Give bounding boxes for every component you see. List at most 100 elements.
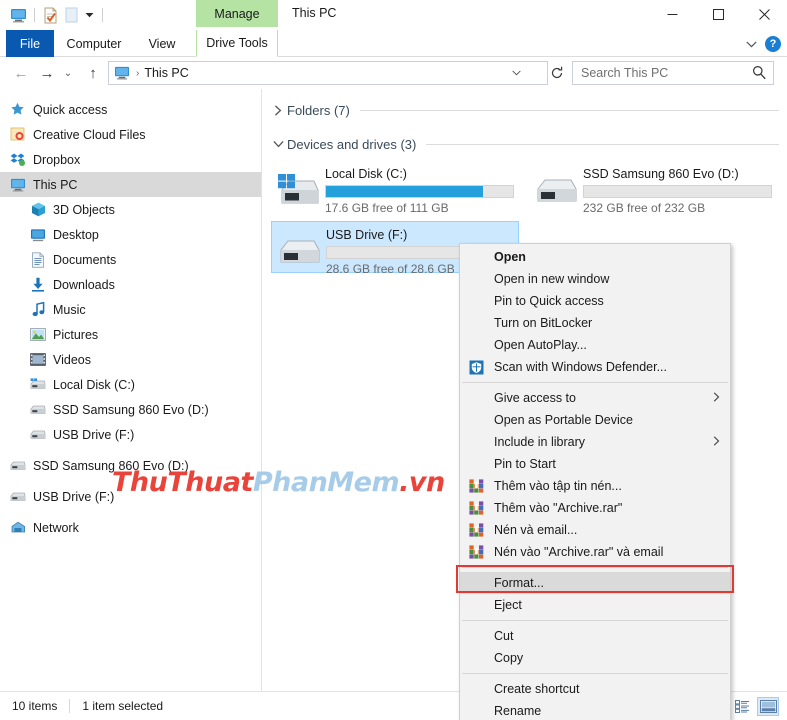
sidebar-item-usb-drive-f[interactable]: USB Drive (F:) — [0, 484, 261, 509]
drive-icon — [10, 458, 26, 474]
group-header-folders[interactable]: Folders (7) — [263, 97, 787, 123]
sidebar-item-ssd-samsung-860-evo-d[interactable]: SSD Samsung 860 Evo (D:) — [0, 397, 261, 422]
sidebar-item-dropbox[interactable]: Dropbox — [0, 147, 261, 172]
menu-item-label: Rename — [494, 704, 542, 718]
menu-item-copy[interactable]: Copy — [460, 647, 730, 669]
tab-file[interactable]: File — [6, 30, 54, 57]
sidebar-item-local-disk-c[interactable]: Local Disk (C:) — [0, 372, 261, 397]
sidebar-item-quick-access[interactable]: Quick access — [0, 97, 261, 122]
menu-item-th-m-v-o-archive-rar[interactable]: Thêm vào "Archive.rar" — [460, 497, 730, 519]
menu-item-cut[interactable]: Cut — [460, 625, 730, 647]
documents-icon — [30, 251, 46, 268]
drive-icon — [274, 229, 326, 275]
help-icon[interactable]: ? — [765, 35, 781, 52]
drive-tile[interactable]: SSD Samsung 860 Evo (D:) 232 GB free of 2… — [529, 161, 777, 215]
sidebar-item-label: Quick access — [33, 102, 108, 117]
path-breadcrumb-bar[interactable]: › This PC — [108, 61, 548, 85]
sidebar-item-documents[interactable]: Documents — [0, 247, 261, 272]
tab-view[interactable]: View — [138, 30, 186, 57]
sidebar-item-network[interactable]: Network — [0, 515, 261, 540]
maximize-button[interactable] — [695, 0, 741, 29]
menu-item-create-shortcut[interactable]: Create shortcut — [460, 678, 730, 700]
tab-drive-tools[interactable]: Drive Tools — [196, 30, 278, 57]
desktop-icon — [30, 227, 46, 243]
sidebar-item-music[interactable]: Music — [0, 297, 261, 322]
menu-item-label: Format... — [494, 576, 545, 590]
group-rule — [359, 109, 779, 111]
back-button[interactable]: ← — [10, 62, 32, 84]
drive-free-space: 232 GB free of 232 GB — [583, 201, 706, 215]
drive-meta: Local Disk (C:) 17.6 GB free of 111 GB — [325, 164, 517, 215]
defender-shield-icon — [468, 359, 484, 375]
search-icon[interactable] — [752, 65, 766, 83]
drive-tile[interactable]: Local Disk (C:) 17.6 GB free of 111 GB — [271, 161, 519, 215]
recent-locations-button[interactable]: ⌄ — [60, 62, 76, 84]
properties-icon[interactable] — [40, 5, 61, 26]
file-explorer-window: Manage This PC File Computer View Drive … — [0, 0, 787, 720]
menu-item-th-m-v-o-t-p-tin-n-n[interactable]: Thêm vào tập tin nén... — [460, 475, 730, 497]
menu-item-pin-to-quick-access[interactable]: Pin to Quick access — [460, 290, 730, 312]
sidebar-item-label: Music — [53, 302, 86, 317]
breadcrumb-separator: › — [136, 67, 140, 79]
sidebar-item-this-pc[interactable]: This PC — [0, 172, 261, 197]
menu-item-open-autoplay[interactable]: Open AutoPlay... — [460, 334, 730, 356]
menu-item-label: Nén vào "Archive.rar" và email — [494, 545, 664, 559]
sidebar-item-label: USB Drive (F:) — [33, 489, 115, 504]
menu-item-eject[interactable]: Eject — [460, 594, 730, 616]
menu-item-n-n-v-email[interactable]: Nén và email... — [460, 519, 730, 541]
menu-item-label: Copy — [494, 651, 524, 665]
sidebar-item-usb-drive-f[interactable]: USB Drive (F:) — [0, 422, 261, 447]
chevron-down-icon[interactable] — [269, 140, 287, 148]
sidebar-item-videos[interactable]: Videos — [0, 347, 261, 372]
menu-item-label: Pin to Quick access — [494, 294, 604, 308]
sidebar-item-ssd-samsung-860-evo-d[interactable]: SSD Samsung 860 Evo (D:) — [0, 453, 261, 478]
close-button[interactable] — [741, 0, 787, 29]
menu-item-give-access-to[interactable]: Give access to — [460, 387, 730, 409]
details-view-icon[interactable] — [731, 697, 753, 716]
menu-item-no-icon — [468, 628, 484, 644]
sidebar-item-3d-objects[interactable]: 3D Objects — [0, 197, 261, 222]
menu-item-open-as-portable-device[interactable]: Open as Portable Device — [460, 409, 730, 431]
menu-item-no-icon — [468, 703, 484, 719]
sidebar-item-desktop[interactable]: Desktop — [0, 222, 261, 247]
this-pc-icon[interactable] — [8, 5, 29, 26]
ribbon-collapse-icon[interactable] — [746, 35, 757, 53]
menu-item-format[interactable]: Format... — [460, 572, 730, 594]
sidebar-item-label: SSD Samsung 860 Evo (D:) — [53, 402, 209, 417]
sidebar-item-downloads[interactable]: Downloads — [0, 272, 261, 297]
sidebar-item-creative-cloud-files[interactable]: Creative Cloud Files — [0, 122, 261, 147]
minimize-button[interactable] — [649, 0, 695, 29]
winrar-icon — [468, 544, 484, 560]
refresh-button[interactable] — [546, 62, 568, 84]
search-input[interactable]: Search This PC — [581, 66, 668, 80]
drive-icon — [10, 489, 26, 505]
tab-computer[interactable]: Computer — [58, 30, 130, 57]
chevron-right-icon[interactable] — [269, 104, 287, 116]
group-header-devices[interactable]: Devices and drives (3) — [263, 131, 787, 157]
menu-item-turn-on-bitlocker[interactable]: Turn on BitLocker — [460, 312, 730, 334]
path-dropdown-icon[interactable] — [507, 62, 525, 84]
menu-item-open-in-new-window[interactable]: Open in new window — [460, 268, 730, 290]
search-box[interactable]: Search This PC — [572, 61, 774, 85]
large-icons-view-icon[interactable] — [757, 697, 779, 716]
this-pc-icon — [114, 66, 130, 80]
menu-item-no-icon — [468, 597, 484, 613]
menu-item-label: Turn on BitLocker — [494, 316, 593, 330]
qat-dropdown-icon[interactable] — [82, 5, 97, 26]
up-button[interactable]: ↑ — [82, 62, 104, 84]
menu-item-open[interactable]: Open — [460, 246, 730, 268]
sidebar-item-label: Creative Cloud Files — [33, 127, 146, 142]
forward-button[interactable]: → — [36, 62, 58, 84]
menu-item-label: Eject — [494, 598, 522, 612]
menu-item-include-in-library[interactable]: Include in library — [460, 431, 730, 453]
drive-name: SSD Samsung 860 Evo (D:) — [583, 167, 739, 181]
breadcrumb-this-pc[interactable]: This PC — [144, 66, 188, 80]
menu-item-n-n-v-o-archive-rar-v-email[interactable]: Nén vào "Archive.rar" và email — [460, 541, 730, 563]
sidebar-item-pictures[interactable]: Pictures — [0, 322, 261, 347]
menu-item-rename[interactable]: Rename — [460, 700, 730, 720]
menu-item-label: Thêm vào "Archive.rar" — [494, 501, 623, 515]
menu-item-scan-with-windows-defender[interactable]: Scan with Windows Defender... — [460, 356, 730, 378]
menu-item-pin-to-start[interactable]: Pin to Start — [460, 453, 730, 475]
new-folder-icon[interactable] — [61, 5, 82, 26]
contextual-tab-group-manage: Manage — [196, 0, 278, 27]
